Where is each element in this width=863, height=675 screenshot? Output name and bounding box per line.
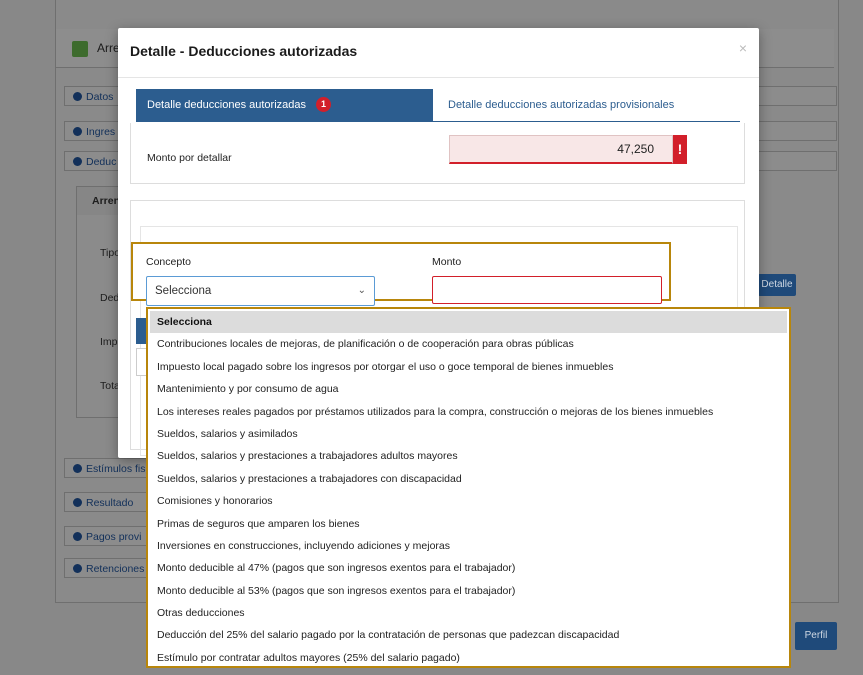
- tab-detalle-provisionales[interactable]: Detalle deducciones autorizadas provisio…: [448, 89, 674, 122]
- perfil-button[interactable]: Perfil: [795, 622, 837, 650]
- modal-divider: [118, 77, 759, 78]
- label-deducciones: Ded: [100, 292, 120, 304]
- tab-detalle-deducciones[interactable]: Detalle deducciones autorizadas 1: [136, 89, 433, 122]
- plus-circle-icon: [73, 564, 82, 573]
- concepto-select-value: Selecciona: [155, 285, 212, 297]
- dropdown-option[interactable]: Monto deducible al 47% (pagos que son in…: [150, 557, 787, 579]
- subpanel-title: Arren: [92, 195, 121, 207]
- monto-por-detallar-field[interactable]: 47,250: [449, 135, 673, 164]
- minus-circle-icon: [73, 157, 82, 166]
- close-icon[interactable]: ×: [739, 40, 747, 56]
- background-row-right: [757, 151, 837, 171]
- label-impuesto: Imp: [100, 336, 118, 348]
- dropdown-option[interactable]: Otras deducciones: [150, 602, 787, 624]
- plus-circle-icon: [73, 464, 82, 473]
- plus-circle-icon: [73, 127, 82, 136]
- dropdown-option[interactable]: Monto deducible al 53% (pagos que son in…: [150, 580, 787, 602]
- monto-label: Monto: [432, 256, 462, 268]
- chevron-down-icon: ⌄: [357, 285, 366, 296]
- dropdown-option[interactable]: Sueldos, salarios y asimilados: [150, 423, 787, 445]
- background-header-title: Arre: [97, 41, 120, 55]
- monto-por-detallar-label: Monto por detallar: [147, 152, 232, 164]
- modal-title: Detalle - Deducciones autorizadas: [130, 43, 358, 59]
- plus-circle-icon: [73, 498, 82, 507]
- dropdown-option[interactable]: Inversiones en construcciones, incluyend…: [150, 535, 787, 557]
- label-total: Tota: [100, 380, 120, 392]
- concepto-select[interactable]: Selecciona ⌄: [146, 276, 375, 306]
- plus-circle-icon: [73, 92, 82, 101]
- dropdown-option[interactable]: Comisiones y honorarios: [150, 490, 787, 512]
- dropdown-option[interactable]: Los intereses reales pagados por préstam…: [150, 401, 787, 423]
- app-logo-icon: [72, 41, 88, 57]
- error-icon: !: [673, 135, 687, 164]
- dropdown-option[interactable]: Primas de seguros que amparen los bienes: [150, 513, 787, 535]
- tab-underline: [136, 121, 740, 122]
- monto-input[interactable]: [432, 276, 662, 304]
- concepto-label: Concepto: [146, 256, 191, 268]
- plus-circle-icon: [73, 532, 82, 541]
- dropdown-option[interactable]: Deducción del 25% del salario pagado por…: [150, 624, 787, 646]
- dropdown-option[interactable]: Mantenimiento y por consumo de agua: [150, 378, 787, 400]
- dropdown-options: Selecciona Contribuciones locales de mejo…: [150, 311, 787, 669]
- dropdown-option[interactable]: Contribuciones locales de mejoras, de pl…: [150, 333, 787, 355]
- dropdown-option[interactable]: Sueldos, salarios y prestaciones a traba…: [150, 445, 787, 467]
- tab-label: Detalle deducciones autorizadas: [147, 99, 306, 111]
- detalle-button[interactable]: Detalle: [758, 274, 796, 296]
- dropdown-option[interactable]: Estímulo por contratar adultos mayores (…: [150, 647, 787, 669]
- dropdown-option[interactable]: Impuesto local pagado sobre los ingresos…: [150, 356, 787, 378]
- background-row-right: [757, 121, 837, 141]
- concepto-dropdown-list: Selecciona Contribuciones locales de mejo…: [146, 307, 791, 668]
- dropdown-option[interactable]: Sueldos, salarios y prestaciones a traba…: [150, 468, 787, 490]
- error-count-badge: 1: [316, 97, 331, 112]
- background-row-right: [757, 86, 837, 106]
- dropdown-option[interactable]: Selecciona: [150, 311, 787, 334]
